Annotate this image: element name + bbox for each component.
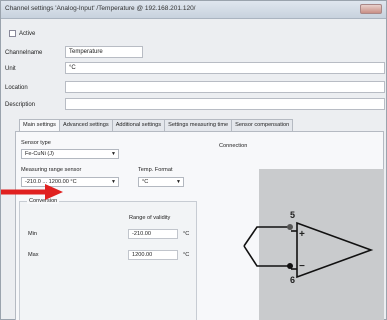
terminal-6-dot (287, 263, 293, 269)
minus-sign: − (299, 261, 305, 272)
plus-sign: + (299, 229, 305, 240)
thermocouple-wires (243, 226, 290, 267)
connection-diagram: 5 6 + − (243, 210, 374, 285)
pin-5-label: 5 (290, 210, 295, 220)
pin-6-label: 6 (290, 275, 295, 285)
channel-settings-window: Channel settings 'Analog-Input' /Tempera… (0, 0, 387, 320)
terminal-5-dot (287, 224, 293, 230)
red-arrow-icon (1, 184, 63, 200)
